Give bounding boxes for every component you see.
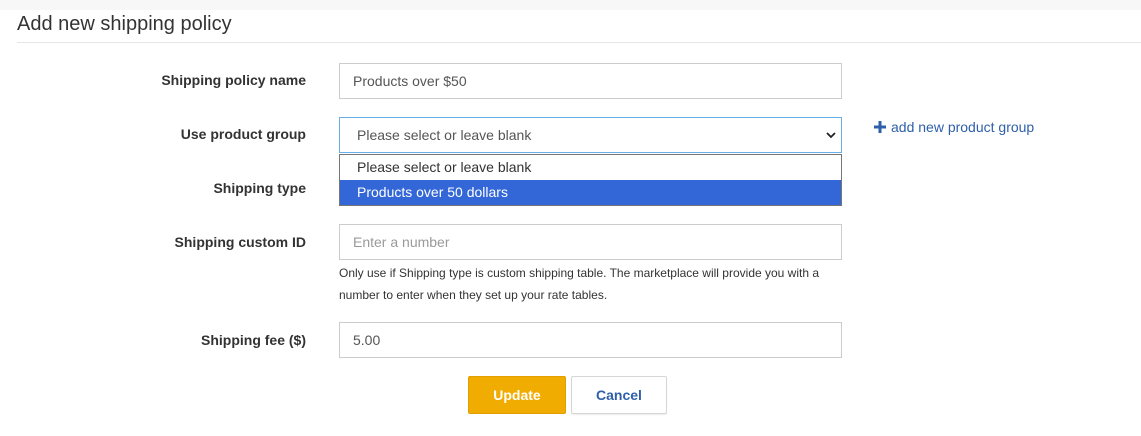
cancel-button[interactable]: Cancel — [571, 376, 667, 414]
dropdown-option-highlighted[interactable]: Products over 50 dollars — [340, 180, 841, 205]
policy-name-label: Shipping policy name — [161, 72, 306, 88]
dropdown-option[interactable]: Please select or leave blank — [340, 155, 841, 180]
custom-id-label: Shipping custom ID — [174, 234, 306, 250]
shipping-type-label: Shipping type — [213, 180, 306, 196]
product-group-selected-value: Please select or leave blank — [357, 127, 532, 143]
shipping-fee-input[interactable]: 5.00 — [339, 322, 842, 358]
product-group-select[interactable]: Please select or leave blank — [339, 117, 842, 153]
product-group-dropdown: Please select or leave blank Products ov… — [339, 154, 842, 206]
top-bar — [0, 0, 1141, 10]
shipping-fee-label: Shipping fee ($) — [201, 332, 306, 348]
product-group-label: Use product group — [180, 126, 306, 142]
page-title: Add new shipping policy — [17, 13, 232, 35]
custom-id-help-text: Only use if Shipping type is custom ship… — [339, 266, 820, 302]
chevron-down-icon — [826, 132, 836, 139]
add-product-group-label: add new product group — [891, 119, 1035, 135]
update-button[interactable]: Update — [468, 376, 566, 414]
title-divider — [17, 42, 1141, 43]
policy-name-input[interactable]: Products over $50 — [339, 63, 842, 99]
plus-icon — [874, 121, 886, 133]
add-product-group-link[interactable]: add new product group — [874, 119, 1034, 135]
custom-id-input[interactable]: Enter a number — [339, 224, 842, 260]
